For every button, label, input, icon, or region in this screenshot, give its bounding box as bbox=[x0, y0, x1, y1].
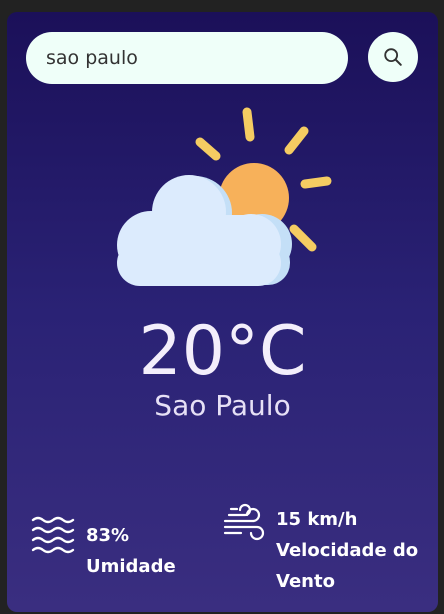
search-icon bbox=[384, 48, 402, 66]
wind-label-line1: Velocidade do bbox=[276, 540, 419, 561]
weather-card: 20°C Sao Paulo 83% Umidade 15 km/h Veloc… bbox=[7, 12, 438, 612]
wind-icon bbox=[223, 503, 265, 541]
temperature: 20°C bbox=[138, 312, 307, 391]
partly-cloudy-icon bbox=[117, 107, 332, 286]
city-name: Sao Paulo bbox=[154, 389, 291, 422]
wind-value: 15 km/h bbox=[276, 509, 358, 530]
wind-label-line2: Vento bbox=[276, 571, 335, 592]
humidity-waves-icon bbox=[31, 516, 75, 554]
humidity-info: 83% Umidade bbox=[86, 520, 176, 582]
humidity-label: Umidade bbox=[86, 556, 176, 577]
wind-info: 15 km/h Velocidade do Vento bbox=[276, 504, 426, 597]
search-input[interactable] bbox=[26, 32, 348, 84]
humidity-value: 83% bbox=[86, 525, 130, 546]
search-button[interactable] bbox=[368, 32, 418, 82]
